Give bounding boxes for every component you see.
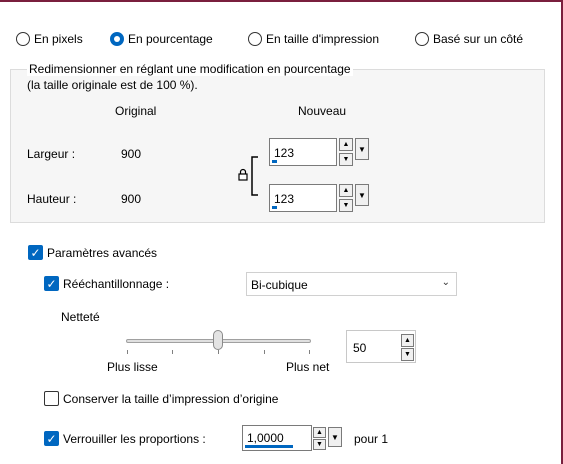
- dropdown-arrow-icon[interactable]: ▼: [355, 184, 369, 206]
- radio-label: En pixels: [34, 32, 83, 46]
- advanced-settings-checkbox[interactable]: ✓: [28, 245, 43, 260]
- spin-up-icon[interactable]: ▲: [401, 334, 414, 347]
- radio-indicator: [248, 32, 262, 46]
- slider-tick: [309, 350, 310, 354]
- input-accent-bar: [245, 445, 293, 448]
- ratio-input[interactable]: 1,0000: [242, 425, 312, 451]
- sharpness-label: Netteté: [61, 310, 100, 324]
- window-top-border: [0, 0, 563, 2]
- ratio-value: 1,0000: [247, 431, 284, 445]
- slider-min-label: Plus lisse: [107, 360, 158, 374]
- slider-tick: [264, 350, 265, 354]
- spin-down-icon[interactable]: ▼: [401, 348, 414, 361]
- height-label: Hauteur :: [27, 192, 77, 206]
- height-new-input[interactable]: 123: [269, 184, 337, 212]
- radio-percentage[interactable]: En pourcentage: [110, 31, 213, 47]
- spin-down-icon[interactable]: ▼: [313, 439, 326, 450]
- slider-tick: [218, 350, 219, 354]
- lock-ratio-checkbox[interactable]: ✓: [44, 431, 59, 446]
- group-title-line2: (la taille originale est de 100 %).: [27, 78, 198, 92]
- radio-label: En taille d'impression: [266, 32, 380, 46]
- dropdown-arrow-icon[interactable]: ▼: [328, 427, 342, 447]
- checkmark-icon: ✓: [46, 276, 57, 291]
- radio-indicator: [415, 32, 429, 46]
- resample-method-select[interactable]: Bi-cubique ⌄: [246, 272, 457, 296]
- input-accent-bar: [272, 206, 277, 209]
- spin-up-icon[interactable]: ▲: [313, 427, 326, 438]
- checkmark-icon: ✓: [46, 431, 57, 446]
- radio-one-side[interactable]: Basé sur un côté: [415, 31, 523, 47]
- lock-icon[interactable]: [238, 168, 248, 181]
- spin-up-icon[interactable]: ▲: [339, 138, 353, 151]
- width-new-input[interactable]: 123: [269, 138, 337, 166]
- input-accent-bar: [272, 160, 277, 163]
- lock-ratio-label: Verrouiller les proportions :: [63, 432, 206, 446]
- advanced-settings-label: Paramètres avancés: [47, 246, 158, 260]
- radio-indicator: [16, 32, 30, 46]
- keep-print-size-label: Conserver la taille d’impression d’origi…: [63, 392, 279, 406]
- radio-label: Basé sur un côté: [433, 32, 524, 46]
- width-new-spinbox[interactable]: 123 ▲ ▼ ▼: [269, 138, 371, 166]
- dropdown-arrow-icon[interactable]: ▼: [355, 138, 369, 160]
- spin-down-icon[interactable]: ▼: [339, 153, 353, 166]
- height-new-spinbox[interactable]: 123 ▲ ▼ ▼: [269, 184, 371, 212]
- spin-up-icon[interactable]: ▲: [339, 184, 353, 197]
- sharpness-value: 50: [353, 341, 367, 355]
- sharpness-slider-thumb[interactable]: [213, 330, 223, 350]
- radio-pixels[interactable]: En pixels: [16, 31, 83, 47]
- slider-tick: [172, 350, 173, 354]
- original-column-header: Original: [115, 104, 157, 118]
- radio-print-size[interactable]: En taille d'impression: [248, 31, 379, 47]
- height-new-value: 123: [274, 192, 295, 206]
- slider-max-label: Plus net: [286, 360, 330, 374]
- height-original-value: 900: [121, 192, 142, 206]
- keep-print-size-checkbox[interactable]: [44, 391, 59, 406]
- resample-checkbox[interactable]: ✓: [44, 276, 59, 291]
- width-label: Largeur :: [27, 147, 76, 161]
- radio-indicator: [110, 32, 124, 46]
- chevron-down-icon: ⌄: [441, 277, 450, 288]
- slider-tick: [127, 350, 128, 354]
- resample-method-value: Bi-cubique: [251, 278, 308, 292]
- width-original-value: 900: [121, 147, 142, 161]
- spin-down-icon[interactable]: ▼: [339, 199, 353, 212]
- width-new-value: 123: [274, 146, 295, 160]
- new-column-header: Nouveau: [298, 104, 347, 118]
- resample-label: Rééchantillonnage :: [63, 277, 170, 291]
- sharpness-value-spinbox[interactable]: 50 ▲ ▼: [346, 330, 416, 363]
- radio-label: En pourcentage: [128, 32, 213, 46]
- checkmark-icon: ✓: [30, 245, 41, 260]
- ratio-suffix-label: pour 1: [354, 432, 389, 446]
- group-title-line1: Redimensionner en réglant une modificati…: [27, 62, 353, 76]
